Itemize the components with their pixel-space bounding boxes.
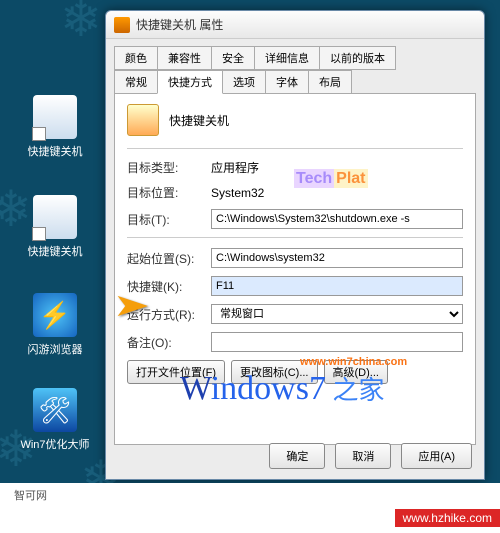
tab-previous[interactable]: 以前的版本 (319, 46, 396, 70)
decoration-snowflake: ❄ (60, 0, 102, 48)
tab-color[interactable]: 颜色 (114, 46, 158, 70)
input-target[interactable] (211, 209, 463, 229)
titlebar[interactable]: 快捷键关机 属性 (106, 11, 484, 39)
divider (127, 148, 463, 149)
icon-label: 闪游浏览器 (28, 344, 83, 356)
select-run[interactable]: 常规窗口 (211, 304, 463, 324)
cancel-button[interactable]: 取消 (335, 443, 391, 469)
tab-shortcut[interactable]: 快捷方式 (157, 70, 223, 94)
input-shortcut-key[interactable] (211, 276, 463, 296)
tab-layout[interactable]: 布局 (308, 70, 352, 94)
icon-label: 快捷键关机 (28, 246, 83, 258)
tab-details[interactable]: 详细信息 (254, 46, 320, 70)
footer-credit: 智可网 (14, 487, 47, 503)
input-comment[interactable] (211, 332, 463, 352)
tab-font[interactable]: 字体 (265, 70, 309, 94)
tab-compat[interactable]: 兼容性 (157, 46, 212, 70)
browser-icon: ⚡ (33, 293, 77, 337)
app-icon (127, 104, 159, 136)
dialog-title: 快捷键关机 属性 (136, 16, 476, 33)
app-name: 快捷键关机 (169, 112, 229, 129)
shortcut-icon (33, 195, 77, 239)
watermark-techplat: TechPlat (294, 170, 368, 188)
properties-dialog: 快捷键关机 属性 颜色 兼容性 安全 详细信息 以前的版本 常规 快捷方式 选项… (105, 10, 485, 480)
tab-general[interactable]: 常规 (114, 70, 158, 94)
label-target-loc: 目标位置: (127, 184, 211, 201)
shortcut-icon (33, 95, 77, 139)
tab-options[interactable]: 选项 (222, 70, 266, 94)
annotation-arrow-icon: ➤ (113, 286, 151, 324)
desktop-icon-win7-master[interactable]: 🛠 Win7优化大师 (20, 388, 90, 452)
watermark-logo: Windows7 之家 (180, 370, 384, 408)
tools-icon: 🛠 (33, 388, 77, 432)
footer-badge: www.hzhike.com (395, 509, 500, 527)
icon-label: Win7优化大师 (20, 439, 89, 451)
apply-button[interactable]: 应用(A) (401, 443, 472, 469)
desktop-icon-browser[interactable]: ⚡ 闪游浏览器 (20, 293, 90, 357)
label-start-in: 起始位置(S): (127, 250, 211, 267)
divider (127, 237, 463, 238)
icon-label: 快捷键关机 (28, 146, 83, 158)
footer: 智可网 www.hzhike.com (0, 483, 500, 533)
title-icon (114, 17, 130, 33)
watermark-url: www.win7china.com (300, 356, 407, 368)
label-target-type: 目标类型: (127, 159, 211, 176)
ok-button[interactable]: 确定 (269, 443, 325, 469)
input-start-in[interactable] (211, 248, 463, 268)
desktop-icon-shortcut-shutdown[interactable]: 快捷键关机 (20, 95, 90, 159)
desktop-icon-shortcut-shutdown-2[interactable]: 快捷键关机 (20, 195, 90, 259)
label-target: 目标(T): (127, 211, 211, 228)
tab-security[interactable]: 安全 (211, 46, 255, 70)
label-comment: 备注(O): (127, 334, 211, 351)
